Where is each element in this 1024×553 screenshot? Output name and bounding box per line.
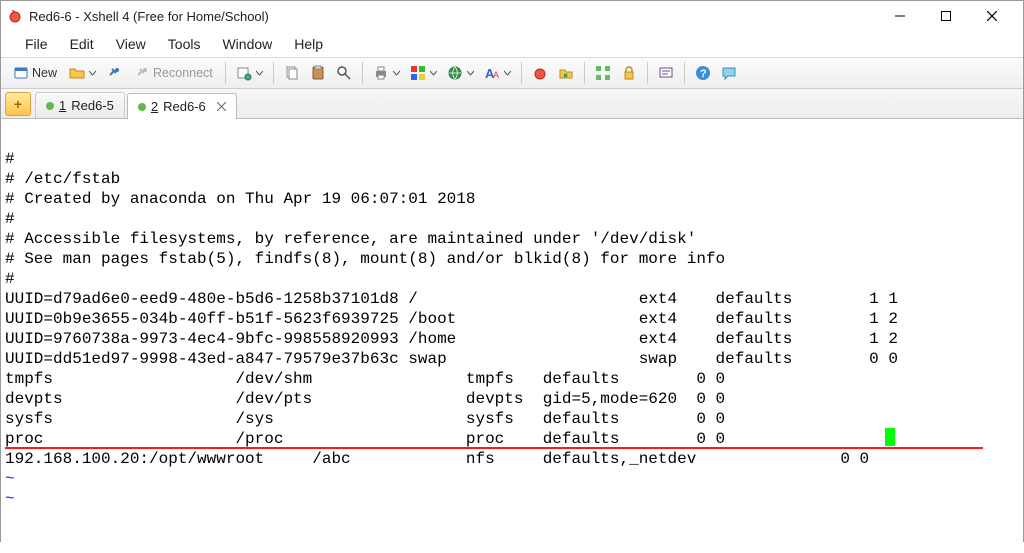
- toolbar-separator: [225, 62, 226, 84]
- lock-button[interactable]: [617, 61, 641, 85]
- encoding-button[interactable]: [443, 61, 478, 85]
- new-button-label: New: [32, 66, 57, 80]
- properties-button[interactable]: [232, 61, 267, 85]
- color-scheme-button[interactable]: [406, 61, 441, 85]
- print-button[interactable]: [369, 61, 404, 85]
- toolbar-separator: [584, 62, 585, 84]
- xshell-button[interactable]: [528, 61, 552, 85]
- vim-tilde: ~: [5, 490, 15, 508]
- menu-window[interactable]: Window: [212, 34, 282, 54]
- xftp-button[interactable]: [554, 61, 578, 85]
- terminal-line: proc /proc proc defaults 0 0: [5, 430, 725, 448]
- tab-1[interactable]: 1 Red6-5: [35, 92, 125, 118]
- menu-help[interactable]: Help: [284, 34, 333, 54]
- minimize-button[interactable]: [877, 1, 923, 31]
- toolbar-separator: [521, 62, 522, 84]
- copy-button[interactable]: [280, 61, 304, 85]
- terminal-line: # See man pages fstab(5), findfs(8), mou…: [5, 250, 725, 268]
- compose-button[interactable]: [654, 61, 678, 85]
- tab-2[interactable]: 2 Red6-6: [127, 93, 237, 119]
- toolbar-separator: [684, 62, 685, 84]
- menu-file[interactable]: File: [15, 34, 58, 54]
- menu-view[interactable]: View: [106, 34, 156, 54]
- tab-label: Red6-5: [71, 98, 114, 113]
- toolbar-separator: [362, 62, 363, 84]
- toolbar-separator: [647, 62, 648, 84]
- toolbar-separator: [273, 62, 274, 84]
- terminal-line: #: [5, 210, 15, 228]
- terminal-line: UUID=0b9e3655-034b-40ff-b51f-5623f693972…: [5, 310, 898, 328]
- terminal-line: #: [5, 150, 15, 168]
- window-title: Red6-6 - Xshell 4 (Free for Home/School): [29, 9, 269, 24]
- disconnect-button[interactable]: [102, 61, 126, 85]
- terminal-line: UUID=9760738a-9973-4ec4-9bfc-99855892099…: [5, 330, 898, 348]
- tab-index: 2: [151, 99, 158, 114]
- help-button[interactable]: ?: [691, 61, 715, 85]
- reconnect-button[interactable]: Reconnect: [128, 61, 219, 85]
- paste-button[interactable]: [306, 61, 330, 85]
- toolbar: New Reconnect AA: [1, 57, 1023, 89]
- terminal-line: # Created by anaconda on Thu Apr 19 06:0…: [5, 190, 475, 208]
- tab-index: 1: [59, 98, 66, 113]
- open-button[interactable]: [65, 61, 100, 85]
- menu-tools[interactable]: Tools: [158, 34, 211, 54]
- close-tab-icon[interactable]: [217, 102, 226, 111]
- close-button[interactable]: [969, 1, 1015, 31]
- terminal[interactable]: # # /etc/fstab # Created by anaconda on …: [1, 119, 1023, 553]
- tab-label: Red6-6: [163, 99, 206, 114]
- reconnect-button-label: Reconnect: [153, 66, 213, 80]
- chat-button[interactable]: [717, 61, 741, 85]
- terminal-line: UUID=d79ad6e0-eed9-480e-b5d6-1258b37101d…: [5, 290, 898, 308]
- svg-text:?: ?: [700, 68, 707, 80]
- terminal-line: #: [5, 270, 15, 288]
- menubar: File Edit View Tools Window Help: [1, 31, 1023, 57]
- terminal-line: 192.168.100.20:/opt/wwwroot /abc nfs def…: [5, 450, 869, 468]
- terminal-line: devpts /dev/pts devpts gid=5,mode=620 0 …: [5, 390, 725, 408]
- font-button[interactable]: AA: [480, 61, 515, 85]
- new-tab-button[interactable]: +: [5, 92, 31, 116]
- terminal-line: tmpfs /dev/shm tmpfs defaults 0 0: [5, 370, 725, 388]
- titlebar: Red6-6 - Xshell 4 (Free for Home/School): [1, 1, 1023, 31]
- svg-text:A: A: [493, 70, 499, 80]
- terminal-line: UUID=dd51ed97-9998-43ed-a847-79579e37b63…: [5, 350, 898, 368]
- app-icon: [7, 8, 23, 24]
- vim-tilde: ~: [5, 470, 15, 488]
- terminal-line: # /etc/fstab: [5, 170, 120, 188]
- terminal-cursor: [885, 428, 895, 446]
- menu-edit[interactable]: Edit: [60, 34, 104, 54]
- new-button[interactable]: New: [7, 61, 63, 85]
- highlight-underline: [5, 447, 983, 449]
- status-dot-icon: [46, 102, 54, 110]
- fullscreen-button[interactable]: [591, 61, 615, 85]
- tabstrip: + 1 Red6-5 2 Red6-6: [1, 89, 1023, 119]
- find-button[interactable]: [332, 61, 356, 85]
- terminal-line: # Accessible filesystems, by reference, …: [5, 230, 696, 248]
- terminal-line: sysfs /sys sysfs defaults 0 0: [5, 410, 725, 428]
- status-dot-icon: [138, 103, 146, 111]
- maximize-button[interactable]: [923, 1, 969, 31]
